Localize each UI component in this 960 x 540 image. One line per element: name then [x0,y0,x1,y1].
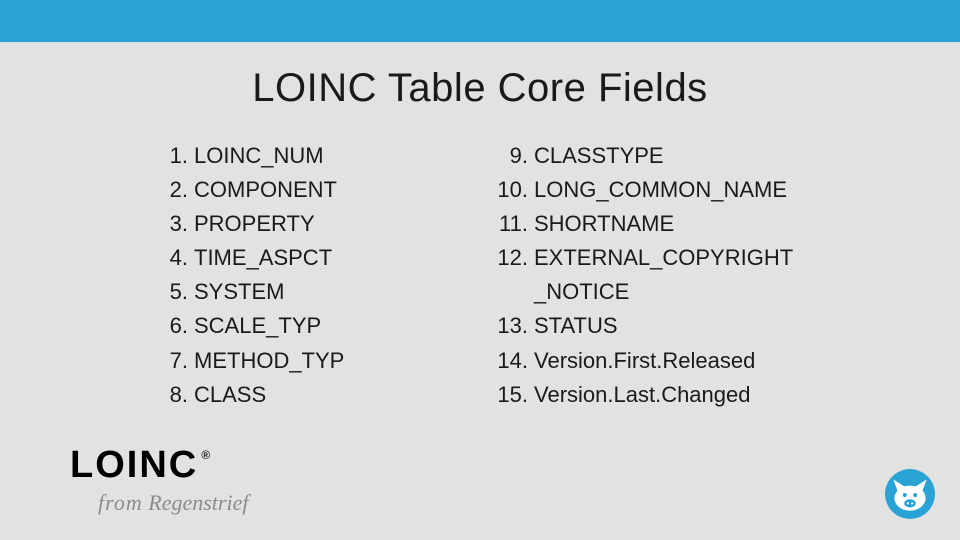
item-number: 9. [490,139,534,173]
item-label: TIME_ASPCT [194,241,480,275]
list-item: 9.CLASSTYPE [490,139,910,173]
field-list-left: 1.LOINC_NUM 2.COMPONENT 3.PROPERTY 4.TIM… [150,139,480,412]
item-number: 10. [490,173,534,207]
list-item: 5.SYSTEM [150,275,480,309]
item-number: 8. [150,378,194,412]
list-item: 14.Version.First.Released [490,344,910,378]
item-number: 12. [490,241,534,275]
item-label: SYSTEM [194,275,480,309]
list-item: 4.TIME_ASPCT [150,241,480,275]
item-label: COMPONENT [194,173,480,207]
item-label: METHOD_TYP [194,344,480,378]
content-columns: 1.LOINC_NUM 2.COMPONENT 3.PROPERTY 4.TIM… [0,139,960,412]
item-label: SHORTNAME [534,207,910,241]
slide-title: LOINC Table Core Fields [0,66,960,111]
list-item: 2.COMPONENT [150,173,480,207]
list-item: 8.CLASS [150,378,480,412]
item-number: 2. [150,173,194,207]
list-item: 12.EXTERNAL_COPYRIGHT [490,241,910,275]
item-label: Version.Last.Changed [534,378,910,412]
list-item: 13.STATUS [490,309,910,343]
pig-icon [884,468,936,520]
brand-logo-text: LOINC [70,446,198,484]
item-label: EXTERNAL_COPYRIGHT [534,241,910,275]
list-item: 7.METHOD_TYP [150,344,480,378]
item-label: CLASSTYPE [534,139,910,173]
item-label: SCALE_TYP [194,309,480,343]
item-number: 7. [150,344,194,378]
list-item: 1.LOINC_NUM [150,139,480,173]
item-number: 14. [490,344,534,378]
item-label: CLASS [194,378,480,412]
item-label: LOINC_NUM [194,139,480,173]
item-label: STATUS [534,309,910,343]
list-item: 10.LONG_COMMON_NAME [490,173,910,207]
item-label: PROPERTY [194,207,480,241]
item-number: 5. [150,275,194,309]
list-item: 11.SHORTNAME [490,207,910,241]
brand-footer: LOINC ® from Regenstrief [70,446,248,516]
item-number: 15. [490,378,534,412]
registered-mark: ® [201,448,210,462]
accent-bar [0,0,960,42]
item-label: LONG_COMMON_NAME [534,173,910,207]
item-number: 4. [150,241,194,275]
item-number: 6. [150,309,194,343]
list-item: 15.Version.Last.Changed [490,378,910,412]
item-number: 13. [490,309,534,343]
item-label: Version.First.Released [534,344,910,378]
brand-tagline: from Regenstrief [98,490,248,516]
list-item: 6.SCALE_TYP [150,309,480,343]
list-item: 3.PROPERTY [150,207,480,241]
item-number: 3. [150,207,194,241]
field-list-right: 9.CLASSTYPE 10.LONG_COMMON_NAME 11.SHORT… [490,139,910,412]
item-number: 11. [490,207,534,241]
list-item-continuation: _NOTICE [490,275,910,309]
item-number: 1. [150,139,194,173]
